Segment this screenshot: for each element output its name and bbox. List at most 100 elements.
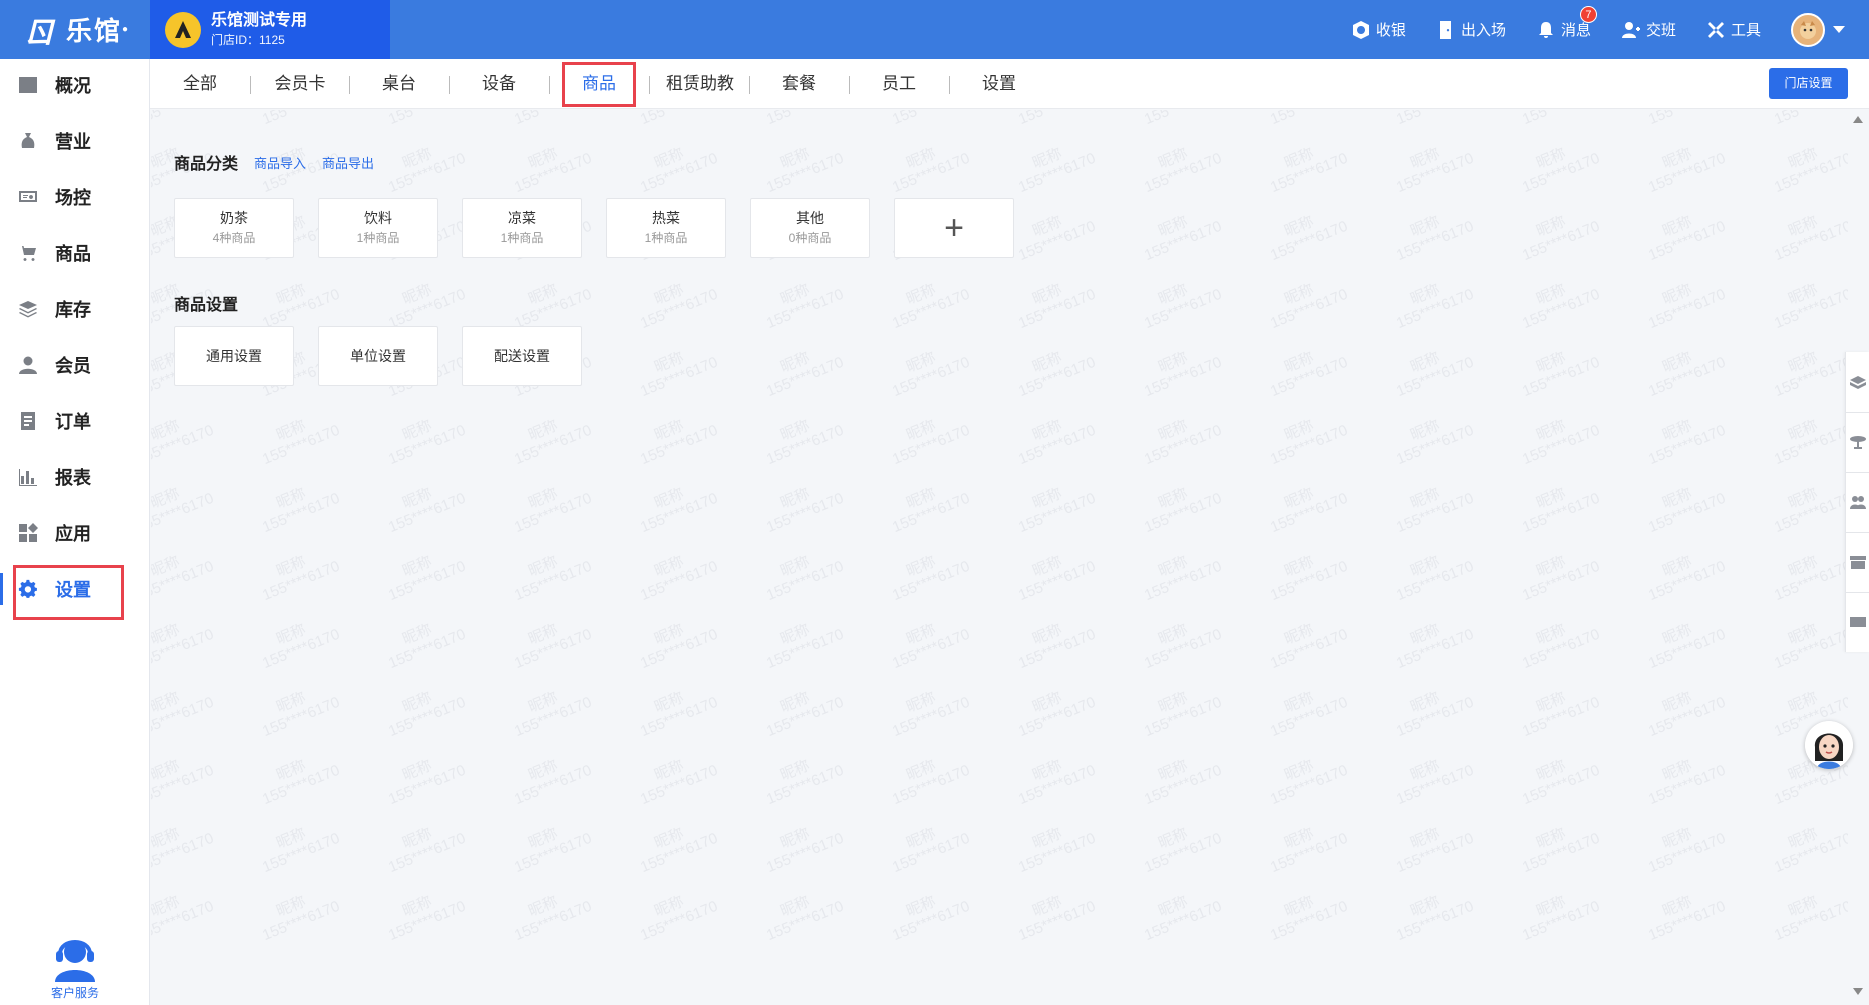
watermark-text: 昵称155****6170 [380, 110, 468, 128]
tab-member-card[interactable]: 会员卡 [269, 59, 331, 109]
watermark-text: 昵称155****6170 [1141, 621, 1225, 673]
watermark-text: 昵称155****6170 [1771, 893, 1848, 945]
watermark-text: 昵称155****6170 [1645, 145, 1729, 197]
quick-card-icon[interactable] [1848, 612, 1868, 632]
tab-rental-coach[interactable]: 租赁助教 [662, 59, 738, 109]
delivery-settings-button[interactable]: 配送设置 [462, 326, 582, 386]
tab-devices[interactable]: 设备 [468, 59, 530, 109]
watermark-text: 昵称155****6170 [1267, 553, 1351, 605]
customer-service-button[interactable]: 客户服务 [0, 932, 150, 1001]
watermark-text: 昵称155****6170 [259, 621, 343, 673]
watermark-text: 昵称155****6170 [259, 757, 343, 809]
assistant-avatar[interactable] [1805, 721, 1853, 769]
watermark-text: 昵称155****6170 [1771, 349, 1848, 401]
scroll-up-icon[interactable] [1853, 116, 1863, 123]
sidebar-item-business[interactable]: 营业 [0, 113, 150, 169]
messages-button[interactable]: 消息 7 [1536, 6, 1597, 40]
watermark-text: 昵称155****6170 [385, 145, 469, 197]
watermark-text: 昵称155****6170 [1393, 417, 1477, 469]
cashier-button[interactable]: 收银 [1351, 19, 1406, 40]
sidebar-item-reports[interactable]: 报表 [0, 449, 150, 505]
watermark-text: 昵称155****6170 [1141, 553, 1225, 605]
tools-button[interactable]: 工具 [1706, 19, 1761, 40]
watermark-text: 昵称155****6170 [1141, 349, 1225, 401]
product-import-link[interactable]: 商品导入 [254, 153, 306, 172]
scroll-down-icon[interactable] [1853, 988, 1863, 995]
watermark-text: 昵称155****6170 [259, 485, 343, 537]
store-avatar [165, 11, 201, 48]
sidebar-item-venue-control[interactable]: 场控 [0, 169, 150, 225]
product-export-link[interactable]: 商品导出 [322, 153, 374, 172]
user-menu-caret-icon[interactable] [1833, 26, 1845, 33]
store-settings-button[interactable]: 门店设置 [1769, 68, 1848, 99]
tab-all[interactable]: 全部 [174, 59, 226, 109]
entry-exit-button[interactable]: 出入场 [1436, 19, 1506, 40]
sidebar-item-products[interactable]: 商品 [0, 225, 150, 281]
watermark-text: 昵称155****6170 [763, 553, 847, 605]
watermark-text: 昵称155****6170 [637, 757, 721, 809]
watermark-text: 昵称155****6170 [1010, 110, 1098, 128]
watermark-text: 昵称155****6170 [1267, 893, 1351, 945]
category-card[interactable]: 饮料 1种商品 [318, 198, 438, 258]
sidebar-item-inventory[interactable]: 库存 [0, 281, 150, 337]
watermark-text: 昵称155****6170 [511, 757, 595, 809]
store-switcher[interactable]: 乐馆测试专用 门店ID：1125 [150, 0, 390, 59]
watermark-text: 昵称155****6170 [637, 553, 721, 605]
watermark-text: 昵称155****6170 [1141, 689, 1225, 741]
watermark-text: 昵称155****6170 [259, 417, 343, 469]
category-card[interactable]: 凉菜 1种商品 [462, 198, 582, 258]
watermark-text: 昵称155****6170 [889, 553, 973, 605]
sidebar: 概况 营业 场控 商品 库存 会员 订单 报表 应用 设置 客户服务 [0, 59, 150, 1005]
watermark-text: 昵称155****6170 [1771, 825, 1848, 877]
watermark-text: 昵称155****6170 [763, 757, 847, 809]
watermark-text: 昵称155****6170 [1771, 417, 1848, 469]
watermark-text: 昵称155****6170 [1393, 893, 1477, 945]
category-count: 1种商品 [500, 231, 544, 245]
tab-tables[interactable]: 桌台 [368, 59, 430, 109]
watermark-text: 昵称155****6170 [889, 621, 973, 673]
header-actions: 收银 出入场 消息 7 交班 工具 [1351, 0, 1869, 59]
quick-store-icon[interactable] [1848, 552, 1868, 572]
user-avatar[interactable] [1791, 12, 1825, 47]
watermark-text: 昵称155****6170 [1267, 145, 1351, 197]
category-card[interactable]: 其他 0种商品 [750, 198, 870, 258]
watermark-text: 昵称155****6170 [1771, 281, 1848, 333]
tab-settings[interactable]: 设置 [968, 59, 1030, 109]
quick-table-icon[interactable] [1848, 432, 1868, 452]
watermark-text: 昵称155****6170 [1393, 757, 1477, 809]
watermark-text: 昵称155****6170 [1519, 417, 1603, 469]
sidebar-item-apps[interactable]: 应用 [0, 505, 150, 561]
watermark-text: 昵称155****6170 [1015, 825, 1099, 877]
watermark-text: 昵称155****6170 [1514, 110, 1602, 128]
quick-box-icon[interactable] [1848, 373, 1868, 393]
category-card[interactable]: 奶茶 4种商品 [174, 198, 294, 258]
sidebar-item-orders[interactable]: 订单 [0, 393, 150, 449]
watermark-text: 昵称155****6170 [1267, 281, 1351, 333]
store-id: 门店ID：1125 [211, 32, 285, 47]
store-logo-icon [175, 20, 191, 38]
watermark-text: 昵称155****6170 [1136, 110, 1224, 128]
watermark-text: 昵称155****6170 [889, 145, 973, 197]
watermark-text: 昵称155****6170 [1771, 621, 1848, 673]
watermark-text: 昵称155****6170 [763, 417, 847, 469]
sidebar-item-overview[interactable]: 概况 [0, 57, 150, 113]
watermark-text: 昵称155****6170 [151, 485, 217, 537]
watermark-text: 昵称155****6170 [1393, 621, 1477, 673]
tab-packages[interactable]: 套餐 [768, 59, 830, 109]
tab-staff[interactable]: 员工 [868, 59, 930, 109]
handover-button[interactable]: 交班 [1621, 19, 1676, 40]
sidebar-item-members[interactable]: 会员 [0, 337, 150, 393]
unit-settings-button[interactable]: 单位设置 [318, 326, 438, 386]
main-content: 昵称 155****6170 昵称 155****6170 昵称 155****6170 昵… [151, 110, 1848, 1005]
watermark-text: 昵称155****6170 [385, 689, 469, 741]
add-category-button[interactable]: + [894, 198, 1014, 258]
app-logo[interactable]: ㄖ 乐馆 ● [0, 0, 150, 59]
watermark-text: 昵称155****6170 [1141, 281, 1225, 333]
category-card[interactable]: 热菜 1种商品 [606, 198, 726, 258]
quick-members-icon[interactable] [1848, 492, 1868, 512]
watermark-text: 昵称155****6170 [1267, 485, 1351, 537]
watermark-text: 昵称155****6170 [385, 757, 469, 809]
logo-text: 乐馆 [66, 16, 123, 46]
watermark-text: 昵称155****6170 [763, 349, 847, 401]
general-settings-button[interactable]: 通用设置 [174, 326, 294, 386]
